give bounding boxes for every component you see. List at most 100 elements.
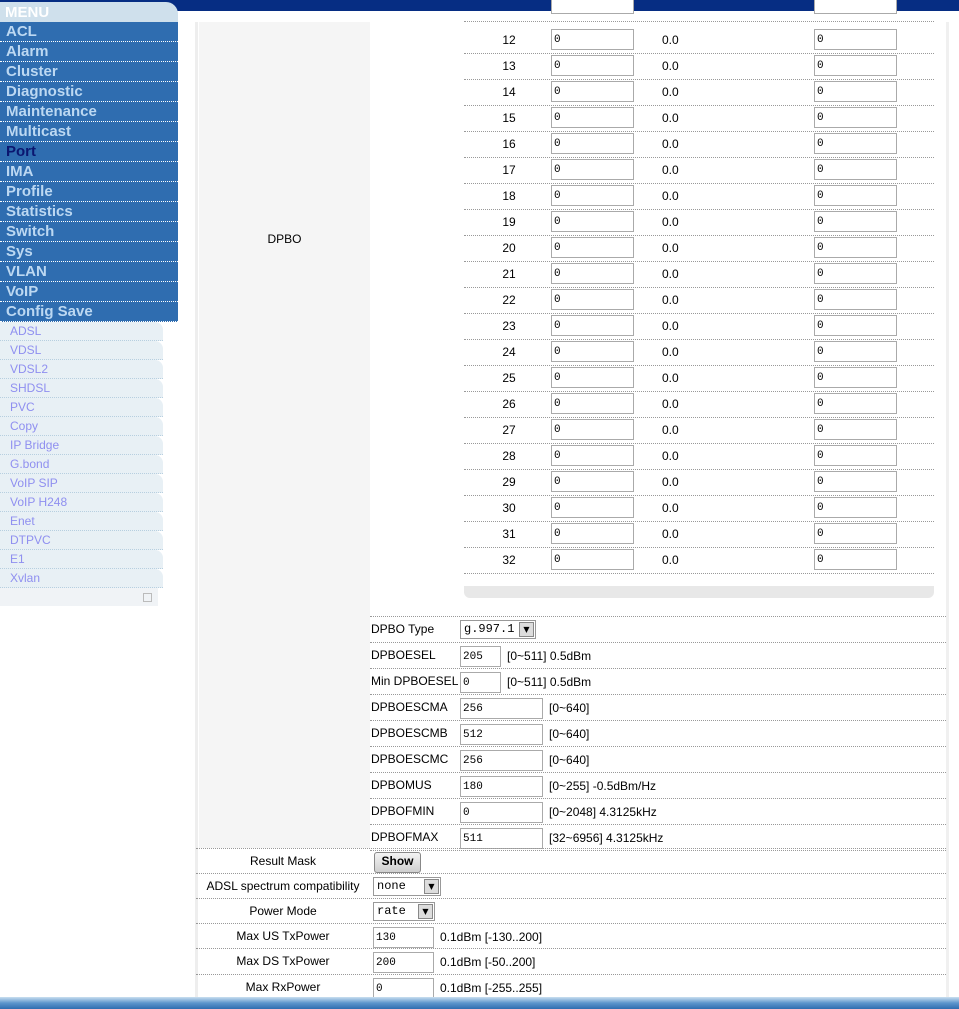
dpbo-field-a[interactable]	[551, 315, 634, 336]
dpbo-field-b[interactable]	[814, 341, 897, 362]
submenu-item-g-bond[interactable]: G.bond	[0, 455, 163, 474]
dpbo-field-b[interactable]	[814, 263, 897, 284]
submenu-item-shdsl[interactable]: SHDSL	[0, 379, 163, 398]
dpbo-field-a[interactable]	[551, 185, 634, 206]
dpbo-field-a[interactable]	[551, 81, 634, 102]
dpbo-field-b[interactable]	[814, 523, 897, 544]
row-value: 0.0	[662, 475, 679, 489]
max-rx-input[interactable]	[373, 978, 434, 999]
dpbo-field-b[interactable]	[814, 315, 897, 336]
dpbo-field-a[interactable]	[551, 211, 634, 232]
dpbo-field-b[interactable]	[814, 289, 897, 310]
dpbo-field-b[interactable]	[814, 393, 897, 414]
row-number: 15	[502, 111, 516, 125]
param-input-escmc[interactable]	[460, 750, 543, 771]
param-input-esel[interactable]	[460, 646, 501, 667]
dpbo-field-a[interactable]	[551, 341, 634, 362]
param-input-escmb[interactable]	[460, 724, 543, 745]
dpbo-field-a[interactable]	[551, 471, 634, 492]
dpbo-field-a[interactable]	[551, 497, 634, 518]
param-input-escma[interactable]	[460, 698, 543, 719]
submenu-item-dtpvc[interactable]: DTPVC	[0, 531, 163, 550]
dpbo-field-a[interactable]	[551, 29, 634, 50]
param-input-mus[interactable]	[460, 776, 543, 797]
power-mode-select[interactable]: rate ▼	[373, 902, 435, 921]
power-mode-value: rate	[377, 904, 406, 918]
submenu-item-adsl[interactable]: ADSL	[0, 322, 163, 341]
dpbo-field-a[interactable]	[551, 549, 634, 570]
dpbo-field-b[interactable]	[814, 0, 897, 14]
dpbo-field-b[interactable]	[814, 419, 897, 440]
dpbo-field-a[interactable]	[551, 523, 634, 544]
param-input-minesel[interactable]	[460, 672, 501, 693]
table-row: 290.0	[464, 469, 934, 496]
dpbo-field-b[interactable]	[814, 133, 897, 154]
dpbo-field-b[interactable]	[814, 107, 897, 128]
menu-item-cluster[interactable]: Cluster	[0, 62, 178, 82]
dpbo-field-a[interactable]	[551, 55, 634, 76]
menu-item-alarm[interactable]: Alarm	[0, 42, 178, 62]
main-menu: ACL Alarm Cluster Diagnostic Maintenance Mult…	[0, 22, 178, 322]
submenu-item-voip-h248[interactable]: VoIP H248	[0, 493, 163, 512]
param-input-fmin[interactable]	[460, 802, 543, 823]
dpbo-field-a[interactable]	[551, 237, 634, 258]
show-button[interactable]: Show	[374, 852, 421, 873]
dpbo-field-b[interactable]	[814, 55, 897, 76]
dpbo-field-b[interactable]	[814, 81, 897, 102]
dpbo-field-a[interactable]	[551, 107, 634, 128]
dpbo-field-a[interactable]	[551, 393, 634, 414]
menu-item-voip[interactable]: VoIP	[0, 282, 178, 302]
submenu-item-vdsl2[interactable]: VDSL2	[0, 360, 163, 379]
param-label: DPBOMUS	[371, 778, 432, 792]
dpbo-field-b[interactable]	[814, 471, 897, 492]
dpbo-field-a[interactable]	[551, 445, 634, 466]
menu-item-multicast[interactable]: Multicast	[0, 122, 178, 142]
dpbo-field-a[interactable]	[551, 263, 634, 284]
resize-icon[interactable]	[143, 593, 152, 602]
horizontal-scrollbar[interactable]	[464, 586, 934, 598]
submenu-item-xvlan[interactable]: Xvlan	[0, 569, 163, 588]
menu-item-sys[interactable]: Sys	[0, 242, 178, 262]
dpbo-field-a[interactable]	[551, 289, 634, 310]
submenu-item-copy[interactable]: Copy	[0, 417, 163, 436]
param-input-fmax[interactable]	[460, 828, 543, 849]
dpbo-field-a[interactable]	[551, 367, 634, 388]
max-ds-input[interactable]	[373, 952, 434, 973]
menu-item-config-save[interactable]: Config Save	[0, 302, 178, 322]
menu-item-maintenance[interactable]: Maintenance	[0, 102, 178, 122]
adsl-compat-select[interactable]: none ▼	[373, 877, 441, 896]
table-row: 270.0	[464, 417, 934, 444]
submenu-item-vdsl[interactable]: VDSL	[0, 341, 163, 360]
dpbo-field-a[interactable]	[551, 159, 634, 180]
row-value: 0.0	[662, 501, 679, 515]
dpbo-field-b[interactable]	[814, 159, 897, 180]
dpbo-field-b[interactable]	[814, 497, 897, 518]
dpbo-field-b[interactable]	[814, 211, 897, 232]
adsl-compat-row: ADSL spectrum compatibility none ▼	[196, 873, 946, 899]
dpbo-field-a[interactable]	[551, 133, 634, 154]
menu-item-ima[interactable]: IMA	[0, 162, 178, 182]
submenu-item-pvc[interactable]: PVC	[0, 398, 163, 417]
dpbo-field-a[interactable]	[551, 0, 634, 14]
menu-item-switch[interactable]: Switch	[0, 222, 178, 242]
menu-item-statistics[interactable]: Statistics	[0, 202, 178, 222]
submenu-item-enet[interactable]: Enet	[0, 512, 163, 531]
dpbo-type-select[interactable]: g.997.1 ▼	[460, 620, 536, 639]
menu-item-acl[interactable]: ACL	[0, 22, 178, 42]
dpbo-field-b[interactable]	[814, 237, 897, 258]
dpbo-field-b[interactable]	[814, 29, 897, 50]
submenu-item-e1[interactable]: E1	[0, 550, 163, 569]
table-border-right	[946, 22, 949, 997]
menu-item-diagnostic[interactable]: Diagnostic	[0, 82, 178, 102]
dpbo-field-b[interactable]	[814, 367, 897, 388]
menu-item-vlan[interactable]: VLAN	[0, 262, 178, 282]
dpbo-field-a[interactable]	[551, 419, 634, 440]
dpbo-field-b[interactable]	[814, 549, 897, 570]
menu-item-port[interactable]: Port	[0, 142, 178, 162]
menu-item-profile[interactable]: Profile	[0, 182, 178, 202]
dpbo-field-b[interactable]	[814, 185, 897, 206]
submenu-item-voip-sip[interactable]: VoIP SIP	[0, 474, 163, 493]
max-us-input[interactable]	[373, 927, 434, 948]
submenu-item-ip-bridge[interactable]: IP Bridge	[0, 436, 163, 455]
dpbo-field-b[interactable]	[814, 445, 897, 466]
